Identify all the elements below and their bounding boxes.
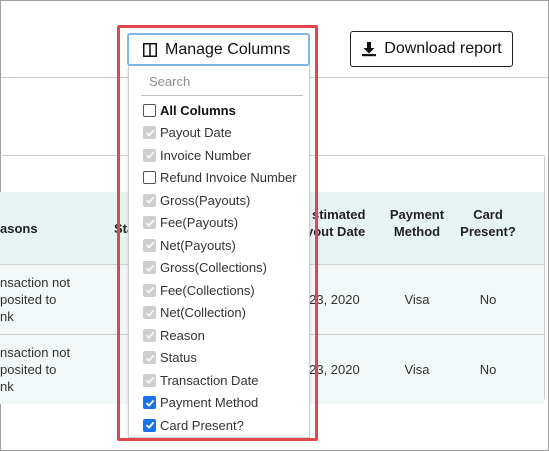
download-report-label: Download report — [384, 40, 502, 57]
download-icon — [361, 41, 377, 57]
header-reasons: asons — [0, 221, 38, 236]
header-payment-line2: Method — [393, 224, 441, 239]
reason-cell-line3: nk — [0, 379, 14, 394]
download-report-button[interactable]: Download report — [350, 31, 513, 67]
payment-method-cell: Visa — [404, 362, 430, 377]
header-card-line2: Present? — [460, 224, 516, 239]
reason-cell-line1: nsaction not — [0, 345, 71, 360]
header-payment-line1: Payment — [389, 207, 445, 222]
reason-cell-line3: nk — [0, 309, 14, 324]
reason-cell-line2: posited to — [0, 292, 57, 307]
header-estimated-line1: stimated — [312, 207, 366, 222]
card-present-cell: No — [479, 292, 497, 307]
payment-method-cell: Visa — [404, 292, 430, 307]
highlight-annotation-box — [117, 25, 318, 441]
header-card-line1: Card — [473, 207, 503, 222]
reason-cell-line2: posited to — [0, 362, 57, 377]
card-present-cell: No — [479, 362, 497, 377]
reason-cell-line1: nsaction not — [0, 275, 71, 290]
